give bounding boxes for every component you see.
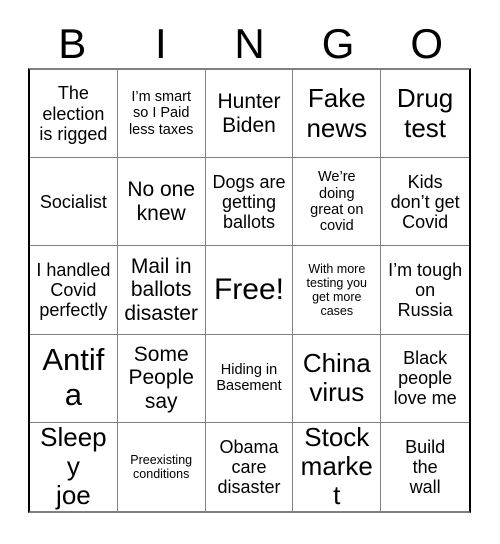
bingo-square[interactable]: Preexisting conditions bbox=[117, 422, 206, 511]
bingo-square-label: Drug test bbox=[396, 83, 454, 143]
bingo-square[interactable]: Drug test bbox=[381, 70, 469, 159]
bingo-square[interactable]: With more testing you get more cases bbox=[293, 246, 382, 335]
bingo-square-label: Preexisting conditions bbox=[130, 452, 193, 481]
bingo-square[interactable]: Dogs are getting ballots bbox=[205, 158, 294, 247]
bingo-header-letter-b: B bbox=[58, 20, 87, 67]
bingo-square[interactable]: I’m tough on Russia bbox=[381, 246, 469, 335]
bingo-square-label: Hunter Biden bbox=[217, 90, 281, 137]
bingo-square[interactable]: China virus bbox=[293, 334, 382, 423]
bingo-square[interactable]: Hiding in Basement bbox=[205, 334, 294, 423]
bingo-square-label: Kids don’t get Covid bbox=[390, 171, 460, 232]
bingo-square[interactable]: I handled Covid perfectly bbox=[30, 246, 118, 335]
bingo-square-label: Stock market bbox=[300, 422, 373, 511]
bingo-square-label: I handled Covid perfectly bbox=[36, 259, 111, 321]
bingo-square-label: I’m tough on Russia bbox=[388, 259, 463, 321]
bingo-square-label: No one knew bbox=[127, 178, 196, 225]
bingo-square[interactable]: Sleepy joe bbox=[30, 422, 118, 511]
bingo-square[interactable]: Fake news bbox=[293, 70, 382, 159]
bingo-square-label: We’re doing great on covid bbox=[310, 169, 364, 235]
bingo-square[interactable]: Obama care disaster bbox=[205, 422, 294, 511]
bingo-square[interactable]: The election is rigged bbox=[30, 70, 118, 159]
bingo-square-label: Sleepy joe bbox=[40, 422, 107, 511]
bingo-square[interactable]: Socialist bbox=[30, 158, 118, 247]
bingo-square-label: Fake news bbox=[306, 83, 368, 143]
bingo-square[interactable]: No one knew bbox=[117, 158, 206, 247]
bingo-header-letter-n: N bbox=[234, 20, 265, 67]
bingo-free-space[interactable]: Free! bbox=[205, 246, 294, 335]
bingo-square-label: China virus bbox=[302, 348, 371, 408]
bingo-square[interactable]: Antifa bbox=[30, 334, 118, 423]
bingo-square[interactable]: Hunter Biden bbox=[205, 70, 294, 159]
bingo-square[interactable]: I’m smart so I Paid less taxes bbox=[117, 70, 206, 159]
bingo-square-label: Free! bbox=[213, 273, 284, 307]
bingo-square[interactable]: Mail in ballots disaster bbox=[117, 246, 206, 335]
bingo-square-label: Black people love me bbox=[393, 347, 457, 409]
bingo-square-label: Dogs are getting ballots bbox=[212, 171, 286, 232]
bingo-square-label: I’m smart so I Paid less taxes bbox=[128, 89, 194, 138]
bingo-square[interactable]: Kids don’t get Covid bbox=[381, 158, 469, 247]
bingo-square[interactable]: Some People say bbox=[117, 334, 206, 423]
bingo-square[interactable]: Black people love me bbox=[381, 334, 469, 423]
bingo-square[interactable]: We’re doing great on covid bbox=[293, 158, 382, 247]
bingo-square-label: Antifa bbox=[42, 342, 105, 413]
bingo-square-label: Obama care disaster bbox=[217, 436, 281, 497]
bingo-header-letter-o: O bbox=[410, 20, 443, 67]
bingo-square-label: Socialist bbox=[39, 191, 107, 212]
bingo-grid: The election is rigged I’m smart so I Pai… bbox=[28, 68, 471, 513]
bingo-square-label: Build the wall bbox=[405, 436, 446, 497]
bingo-square-label: The election is rigged bbox=[39, 83, 108, 144]
bingo-square[interactable]: Build the wall bbox=[381, 422, 469, 511]
bingo-square-label: Mail in ballots disaster bbox=[124, 254, 198, 325]
bingo-card: B I N G O The election is rigged I’m smar… bbox=[0, 0, 500, 544]
bingo-square-label: Some People say bbox=[128, 342, 194, 413]
bingo-square[interactable]: Stock market bbox=[293, 422, 382, 511]
bingo-square-label: Hiding in Basement bbox=[216, 361, 282, 395]
bingo-header-row: B I N G O bbox=[28, 20, 471, 68]
bingo-header-letter-i: I bbox=[155, 20, 167, 67]
bingo-header-letter-g: G bbox=[321, 20, 355, 67]
bingo-square-label: With more testing you get more cases bbox=[306, 261, 368, 318]
